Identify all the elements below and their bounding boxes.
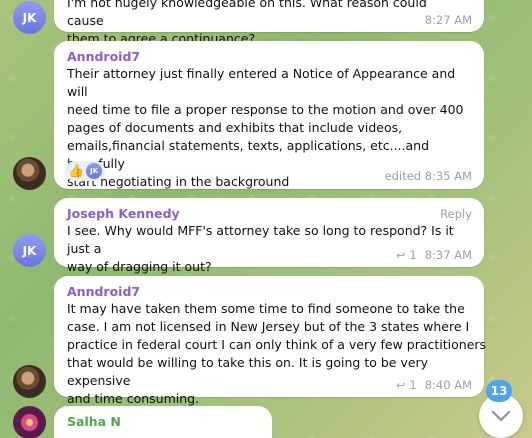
avatar[interactable]: JK [13,1,46,34]
message-bubble[interactable]: Joseph Kennedy Reply I see. Why would MF… [54,198,484,274]
avatar-initials: JK [22,243,37,258]
message-author[interactable]: Anndroid7 [67,284,140,299]
message-meta: ↩ 1 8:37 AM [396,248,472,262]
reply-arrow-icon[interactable]: ↩ [396,379,405,392]
message-text-line: pages of documents and exhibits that inc… [67,120,403,135]
avatar-initials: JK [22,10,37,25]
reaction-badge[interactable]: 👍 JK [65,161,106,181]
reply-count[interactable]: 1 [409,378,416,392]
avatar[interactable] [13,365,46,398]
message-time: 8:40 AM [424,378,472,392]
message-text-line: need time to file a proper response to t… [67,102,464,117]
message-time: 8:27 AM [424,13,472,27]
message-text-line: It may have taken them some time to find… [67,301,465,316]
thumbs-up-icon: 👍 [68,163,85,179]
unread-count-badge[interactable]: 13 [486,380,512,402]
message-bubble[interactable]: Anndroid7 It may have taken them some ti… [54,276,487,406]
message-author[interactable]: Salha N [67,414,121,429]
avatar[interactable] [13,157,46,190]
message-bubble[interactable]: Salha N [54,406,272,438]
message-meta: ↩ 1 8:40 AM [396,378,472,392]
message-time: 8:37 AM [424,248,472,262]
reply-count[interactable]: 1 [409,248,416,262]
message-bubble[interactable]: Anndroid7 Their attorney just finally en… [54,41,484,189]
message-time: edited 8:35 AM [384,169,472,183]
message-text-line: practice in federal court I can only thi… [67,337,487,352]
message-text-line: I'm not hugely knowledgeable on this. Wh… [67,0,427,28]
message-text-line: Their attorney just finally entered a No… [67,66,456,99]
message-bubble[interactable]: I'm not hugely knowledgeable on this. Wh… [54,0,484,46]
chevron-down-icon [491,410,511,422]
avatar[interactable] [13,406,46,438]
reaction-avatar: JK [86,163,103,179]
message-author[interactable]: Joseph Kennedy [67,206,180,221]
avatar[interactable]: JK [13,234,46,267]
reply-arrow-icon[interactable]: ↩ [396,249,405,262]
message-text-line: case. I am not licensed in New Jersey bu… [67,319,470,334]
message-text-line: emails,financial statements, texts, appl… [67,138,430,171]
reply-button[interactable]: Reply [440,207,472,221]
message-author[interactable]: Anndroid7 [67,49,140,64]
